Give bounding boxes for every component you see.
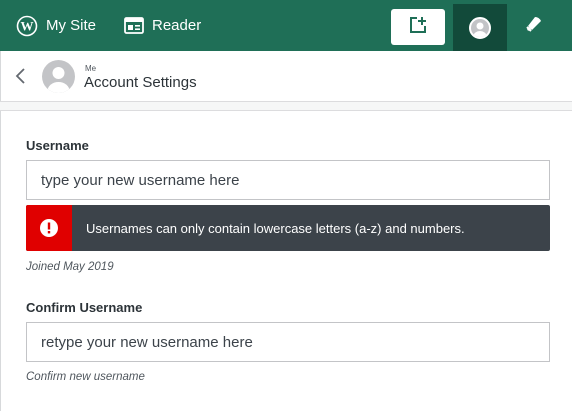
bell-icon (524, 14, 544, 39)
error-notice: Usernames can only contain lowercase let… (26, 205, 550, 251)
wordpress-icon: W (16, 15, 38, 37)
confirm-username-label: Confirm Username (26, 300, 143, 315)
my-site-link[interactable]: W My Site (16, 0, 96, 51)
chevron-left-icon (13, 68, 31, 90)
header-avatar (42, 60, 75, 93)
my-site-label: My Site (46, 17, 97, 34)
write-button[interactable] (391, 9, 445, 45)
reader-label: Reader (152, 17, 202, 34)
reader-icon (124, 17, 144, 34)
masterbar: W My Site Reader (0, 0, 572, 51)
page-title: Account Settings (84, 74, 197, 91)
settings-header: Me Account Settings (0, 51, 572, 101)
error-notice-text: Usernames can only contain lowercase let… (86, 220, 465, 236)
notifications-button[interactable] (516, 8, 552, 44)
me-button[interactable] (453, 4, 507, 51)
back-button[interactable] (13, 66, 31, 86)
username-input[interactable] (26, 160, 550, 200)
error-icon (26, 205, 72, 251)
avatar (469, 16, 491, 39)
confirm-username-help: Confirm new username (26, 371, 145, 383)
confirm-username-input[interactable] (26, 322, 550, 362)
svg-text:W: W (21, 18, 34, 33)
header-subtitle: Me (85, 64, 97, 73)
section-divider (0, 101, 572, 111)
reader-link[interactable]: Reader (124, 0, 201, 51)
username-label: Username (26, 138, 89, 153)
write-icon (408, 15, 428, 40)
account-settings-card: Username Usernames can only contain lowe… (0, 111, 572, 411)
joined-date: Joined May 2019 (26, 261, 114, 273)
